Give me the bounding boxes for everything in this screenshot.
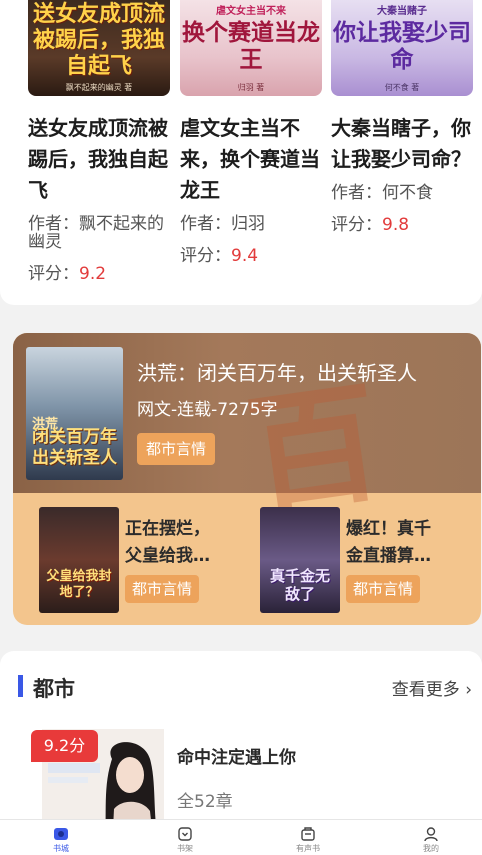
score-badge: 9.2分 <box>31 730 98 762</box>
book-title[interactable]: 虐文女主当不来，换个赛道当龙王 <box>180 113 322 206</box>
cover-subtitle: 大秦当赌子 <box>377 6 427 17</box>
book-cover[interactable]: 送女友成顶流被踢后，我独自起飞 飘不起来的幽灵 著 <box>28 0 170 96</box>
store-icon <box>54 828 68 840</box>
nav-label: 书架 <box>177 844 193 853</box>
cover-subtitle: 虐文女主当不来 <box>216 6 286 17</box>
book-cover[interactable]: 大秦当赌子 你让我娶少司命 何不食 著 <box>331 0 473 96</box>
author-name: 何不食 <box>382 183 433 203</box>
cover-title: 送女友成顶流被踢后，我独自起飞 <box>32 2 165 79</box>
audiobook-icon <box>301 827 315 841</box>
book-card[interactable]: 大秦当赌子 你让我娶少司命 何不食 著 大秦当瞎子，你让我娶少司命？ 作者：何不… <box>331 0 473 235</box>
author-label: 作者： <box>180 214 231 234</box>
list-book-chapters: 全52章 <box>177 792 233 812</box>
book-score: 评分：9.8 <box>331 210 473 235</box>
nav-audiobook[interactable]: 有声书 <box>278 820 338 855</box>
profile-icon <box>424 827 438 842</box>
bottom-nav: 书城 书架 有声书 我的 <box>0 819 482 855</box>
section-accent-bar <box>18 675 23 697</box>
book-author: 作者：归羽 <box>180 215 322 233</box>
cover-title: 换个赛道当龙王 <box>182 20 320 73</box>
book-score: 评分：9.4 <box>180 241 322 266</box>
author-label: 作者： <box>331 183 382 203</box>
cover-author: 飘不起来的幽灵 著 <box>65 83 133 92</box>
cover-title: 父皇给我封地了？ <box>46 569 112 600</box>
featured-meta: 网文-连载-7275字 <box>137 400 278 420</box>
cover-author: 何不食 著 <box>384 83 420 92</box>
book-card[interactable]: 虐文女主当不来 换个赛道当龙王 归羽 著 虐文女主当不来，换个赛道当龙王 作者：… <box>180 0 322 266</box>
cover-author: 归羽 著 <box>237 83 265 92</box>
bookshelf-icon <box>178 827 192 841</box>
nav-bookshelf[interactable]: 书架 <box>155 820 215 855</box>
author-label: 作者： <box>28 214 79 234</box>
book-author: 作者：何不食 <box>331 184 473 202</box>
sub-book-cover[interactable]: 父皇给我封地了？ <box>39 507 119 613</box>
cover-title: 真千金无敌了 <box>269 567 330 603</box>
nav-store[interactable]: 书城 <box>31 820 91 855</box>
score-label: 评分： <box>331 215 382 235</box>
book-author: 作者：飘不起来的幽灵 <box>28 215 170 251</box>
featured-cover[interactable]: 洪荒 闭关百万年出关斩圣人 <box>26 347 123 480</box>
score-value: 9.8 <box>382 215 410 235</box>
score-value: 9.4 <box>231 246 259 266</box>
top-books-card: 送女友成顶流被踢后，我独自起飞 飘不起来的幽灵 著 送女友成顶流被踢后，我独自起… <box>0 0 482 305</box>
book-title[interactable]: 送女友成顶流被踢后，我独自起飞 <box>28 113 170 206</box>
book-score: 评分：9.2 <box>28 259 170 284</box>
cover-title: 闭关百万年出关斩圣人 <box>32 427 117 468</box>
nav-label: 书城 <box>53 844 69 853</box>
nav-label: 有声书 <box>296 844 320 853</box>
cover-title: 你让我娶少司命 <box>333 20 471 73</box>
list-book-title[interactable]: 命中注定遇上你 <box>177 743 296 768</box>
see-more-link[interactable]: 查看更多 › <box>392 675 472 700</box>
genre-tag[interactable]: 都市言情 <box>346 575 420 603</box>
section-title: 都市 <box>33 677 75 701</box>
author-name: 归羽 <box>231 214 265 234</box>
featured-panel: 百 洪荒 闭关百万年出关斩圣人 洪荒：闭关百万年，出关斩圣人 网文-连载-727… <box>13 333 481 625</box>
nav-profile[interactable]: 我的 <box>401 820 461 855</box>
featured-book[interactable]: 百 洪荒 闭关百万年出关斩圣人 洪荒：闭关百万年，出关斩圣人 网文-连载-727… <box>13 333 481 534</box>
score-label: 评分： <box>180 246 231 266</box>
genre-tag[interactable]: 都市言情 <box>137 433 215 465</box>
book-cover[interactable]: 虐文女主当不来 换个赛道当龙王 归羽 著 <box>180 0 322 96</box>
book-card[interactable]: 送女友成顶流被踢后，我独自起飞 飘不起来的幽灵 著 送女友成顶流被踢后，我独自起… <box>28 0 170 284</box>
book-title[interactable]: 大秦当瞎子，你让我娶少司命？ <box>331 113 473 175</box>
genre-tag[interactable]: 都市言情 <box>125 575 199 603</box>
score-label: 评分： <box>28 264 79 284</box>
sub-book-title[interactable]: 爆红！真千金直播算… <box>346 516 446 570</box>
sub-book-title[interactable]: 正在摆烂，父皇给我… <box>125 516 225 570</box>
nav-label: 我的 <box>423 844 439 853</box>
featured-title[interactable]: 洪荒：闭关百万年，出关斩圣人 <box>137 357 417 386</box>
sub-book-cover[interactable]: 真千金无敌了 <box>260 507 340 613</box>
score-value: 9.2 <box>79 264 107 284</box>
